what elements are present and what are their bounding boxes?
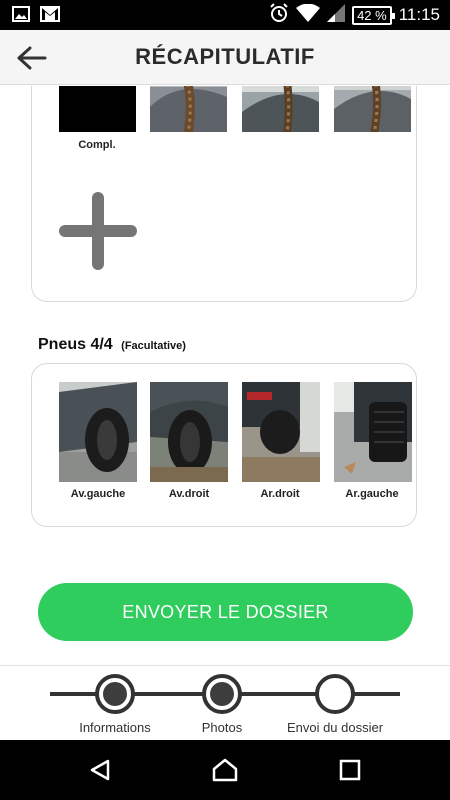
photo-label: Av.droit [168, 488, 210, 500]
app-bar: RÉCAPITULATIF [0, 30, 450, 85]
documents-card: Compl. [31, 86, 417, 302]
photo-label: Ar.gauche [345, 488, 399, 500]
photo-thumb-ar-gauche[interactable] [334, 382, 412, 482]
step-completed-dot [103, 682, 127, 706]
photo-thumb-av-gauche[interactable] [59, 382, 137, 482]
image-icon [12, 6, 30, 27]
tyres-card: Av.gauche Av.droit Ar.droit Ar.gauche [31, 363, 417, 527]
gmail-icon [40, 6, 60, 27]
nav-recents-button[interactable] [330, 752, 370, 788]
page-title: RÉCAPITULATIF [135, 44, 315, 69]
photo-thumb[interactable] [334, 86, 411, 132]
photo-label: Ar.droit [260, 488, 300, 500]
section-title-text: Pneus 4/4 [38, 336, 113, 353]
step-informations[interactable] [95, 674, 135, 714]
step-label-envoi: Envoi du dossier [286, 720, 384, 735]
nav-back-button[interactable] [80, 752, 120, 788]
photo-thumb-compl[interactable] [59, 86, 136, 132]
photo-thumb[interactable] [150, 86, 227, 132]
recents-square-icon [339, 759, 361, 781]
section-subtitle: (Facultative) [121, 340, 186, 352]
back-triangle-icon [90, 759, 110, 781]
nav-home-button[interactable] [205, 752, 245, 788]
home-icon [212, 758, 238, 782]
section-title-tyres: Pneus 4/4 (Facultative) [38, 336, 186, 354]
alarm-icon [269, 2, 289, 28]
step-photos[interactable] [202, 674, 242, 714]
progress-stepper: Informations Photos Envoi du dossier [0, 665, 450, 740]
battery-icon: 42 % [352, 5, 395, 25]
status-bar: 42 % 11:15 [0, 0, 450, 30]
recap-scroll-area[interactable]: Compl. Pneus 4/4 (Facultative) Av.gauche… [0, 86, 450, 664]
step-completed-dot [210, 682, 234, 706]
add-photo-button[interactable] [59, 192, 137, 270]
photo-thumb-ar-droit[interactable] [242, 382, 320, 482]
android-nav-bar [0, 740, 450, 800]
send-folder-button[interactable]: ENVOYER LE DOSSIER [38, 583, 413, 641]
clock-time: 11:15 [398, 5, 440, 24]
signal-icon [327, 3, 346, 27]
step-envoi[interactable] [315, 674, 355, 714]
photo-thumb-av-droit[interactable] [150, 382, 228, 482]
wifi-icon [296, 3, 321, 27]
photo-thumb[interactable] [242, 86, 319, 132]
photo-label: Av.gauche [70, 488, 126, 500]
photo-label: Compl. [78, 139, 116, 151]
